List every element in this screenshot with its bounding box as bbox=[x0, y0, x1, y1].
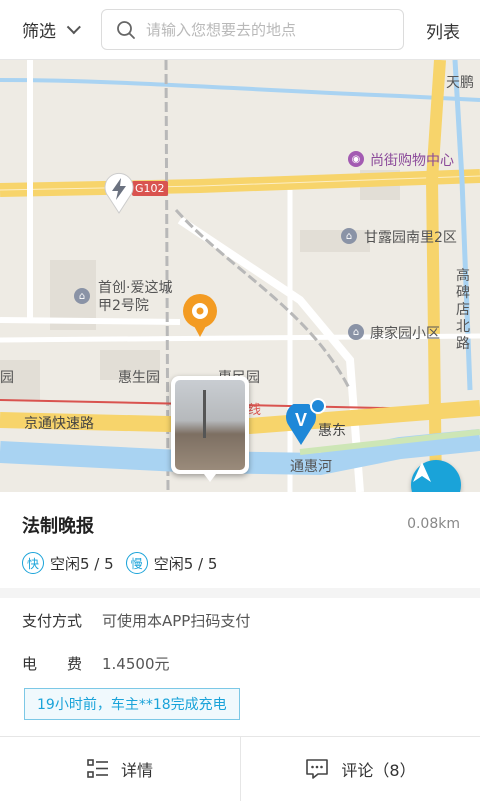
poi-shouchuang[interactable]: 首创·爱这城 甲2号院 bbox=[98, 279, 172, 315]
search-box[interactable] bbox=[101, 9, 404, 50]
residence-poi-icon: ⌂ bbox=[341, 228, 357, 244]
station-photo-image bbox=[175, 380, 245, 470]
metro-icon bbox=[310, 398, 326, 414]
slow-charger-text: 空闲5 / 5 bbox=[153, 554, 218, 573]
search-icon bbox=[117, 20, 135, 39]
fee-label: 电 费 bbox=[22, 655, 83, 673]
poi-tianpeng[interactable]: 天鹏 bbox=[446, 72, 474, 92]
fast-charger-text: 空闲5 / 5 bbox=[50, 554, 114, 573]
list-view-button[interactable]: 列表 bbox=[426, 18, 460, 43]
poi-huisheng[interactable]: 惠生园 bbox=[118, 367, 160, 387]
road-g102-tag: G102 bbox=[132, 181, 168, 196]
charging-station-icon[interactable] bbox=[102, 172, 136, 214]
bottom-tabs: 详情 评论（8） bbox=[0, 736, 480, 801]
residence-poi-icon: ⌂ bbox=[348, 324, 364, 340]
svg-text:V: V bbox=[295, 410, 307, 430]
top-bar: 筛选 列表 bbox=[0, 0, 480, 60]
poi-yuan[interactable]: 园 bbox=[0, 367, 14, 387]
station-distance: 0.08km bbox=[407, 516, 460, 532]
charger-availability: 快 空闲5 / 5 慢 空闲5 / 5 bbox=[22, 552, 229, 574]
recent-charge-notice: 19小时前，车主**18完成充电 bbox=[24, 688, 240, 720]
river-tonghui: 通惠河 bbox=[290, 459, 332, 475]
slow-charge-badge: 慢 bbox=[125, 552, 148, 574]
section-divider bbox=[0, 588, 480, 598]
list-detail-icon bbox=[87, 759, 108, 778]
map-view[interactable]: ◉ 尚街购物中心 ⌂ 甘露园南里2区 ⌂ 康家园小区 ⌂ 首创·爱这城 甲2号院… bbox=[0, 60, 480, 492]
fee-row: 电 费 1.4500元 bbox=[22, 653, 170, 674]
residence-poi-icon: ⌂ bbox=[74, 288, 90, 304]
search-input[interactable] bbox=[146, 20, 386, 39]
station-name: 法制晚报 bbox=[22, 516, 94, 537]
poi-mall[interactable]: 尚街购物中心 bbox=[370, 150, 454, 170]
station-info-panel: 法制晚报 0.08km 快 空闲5 / 5 慢 空闲5 / 5 支付方式 可使用… bbox=[0, 492, 480, 801]
gear-pin-icon[interactable] bbox=[180, 293, 220, 339]
comments-label: 评论（8） bbox=[341, 761, 416, 780]
fee-value: 1.4500元 bbox=[102, 655, 170, 673]
filter-label: 筛选 bbox=[22, 22, 56, 42]
metro-line-label: 线 bbox=[248, 403, 262, 418]
road-jingtong: 京通快速路 bbox=[24, 416, 94, 432]
chevron-down-icon bbox=[66, 19, 81, 34]
slow-charger-status: 慢 空闲5 / 5 bbox=[125, 552, 218, 574]
detail-label: 详情 bbox=[120, 761, 153, 780]
fast-charge-badge: 快 bbox=[22, 552, 44, 574]
poi-kangjia[interactable]: 康家园小区 bbox=[370, 323, 440, 343]
station-huidong: 惠东 bbox=[318, 423, 346, 439]
station-photo[interactable] bbox=[171, 376, 249, 482]
photo-pointer bbox=[204, 474, 216, 482]
payment-value: 可使用本APP扫码支付 bbox=[102, 612, 251, 630]
comments-button[interactable]: 评论（8） bbox=[240, 737, 480, 801]
mall-poi-icon: ◉ bbox=[348, 151, 364, 167]
fast-charger-status: 快 空闲5 / 5 bbox=[22, 552, 114, 574]
payment-row: 支付方式 可使用本APP扫码支付 bbox=[22, 610, 250, 631]
comment-icon bbox=[306, 759, 329, 779]
road-gaobei: 高碑店北路 bbox=[456, 268, 470, 352]
detail-button[interactable]: 详情 bbox=[0, 737, 240, 801]
locate-arrow-icon bbox=[413, 462, 431, 482]
payment-label: 支付方式 bbox=[22, 612, 83, 630]
filter-dropdown[interactable]: 筛选 bbox=[0, 0, 96, 60]
poi-ganlu[interactable]: 甘露园南里2区 bbox=[364, 227, 457, 247]
